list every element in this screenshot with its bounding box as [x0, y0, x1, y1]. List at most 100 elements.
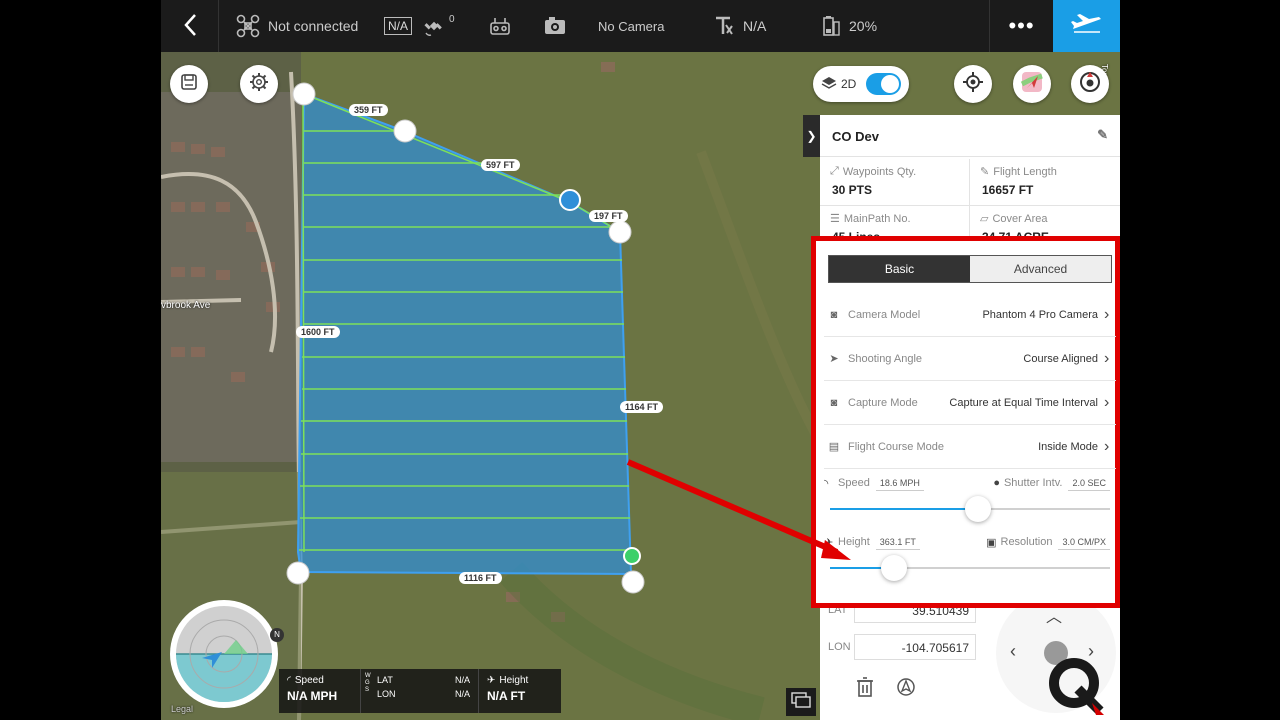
back-button[interactable] — [161, 0, 219, 52]
telemetry-height-label: Height — [499, 675, 529, 686]
save-icon — [179, 72, 199, 97]
fly-button[interactable] — [1053, 0, 1120, 52]
gps-status: 0 — [423, 0, 459, 52]
speed-slider[interactable] — [830, 496, 1110, 522]
delete-waypoint-button[interactable] — [856, 677, 874, 702]
camera-icon: ◙ — [830, 396, 838, 409]
row-label: Camera Model — [848, 308, 921, 321]
height-value: 363.1 FT — [875, 535, 920, 550]
edge-label: 197 FT — [589, 210, 628, 222]
direction-arrow-icon: ➤ — [829, 353, 839, 365]
lon-field[interactable]: -104.705617 — [854, 634, 976, 660]
stat-label: Flight Length — [993, 165, 1057, 178]
map-mode-toggle[interactable]: 2D — [813, 66, 909, 102]
telemetry-speed-label: Speed — [294, 675, 324, 686]
plane-up-icon: ✈ — [824, 536, 834, 549]
resolution-label: Resolution — [1000, 536, 1053, 548]
app-window: 359 FT 597 FT 197 FT 1600 FT 1164 FT 111… — [161, 0, 1120, 720]
map-pointer-icon — [1020, 70, 1044, 99]
radar-widget: N — [168, 598, 284, 710]
chevron-right-icon: › — [1104, 349, 1110, 367]
shutter-label: Shutter Intv. — [1003, 477, 1063, 489]
resolution-value: 3.0 CM/PX — [1058, 535, 1110, 550]
height-resolution-row: ✈ Height 363.1 FT ▣ Resolution 3.0 CM/PX — [824, 532, 1116, 552]
image-icon: ▣ — [986, 536, 997, 549]
chevron-right-icon: › — [1104, 305, 1110, 323]
camera-icon — [544, 16, 566, 36]
row-value: Capture at Equal Time Interval — [949, 396, 1098, 409]
settings-button[interactable] — [240, 65, 278, 103]
speed-slider-knob[interactable] — [965, 496, 991, 522]
layers-icon — [821, 76, 837, 93]
row-label: Capture Mode — [848, 396, 918, 409]
map-location-button[interactable] — [1013, 65, 1051, 103]
area-icon: ▱ — [980, 213, 989, 225]
edge-label: 1600 FT — [296, 326, 340, 338]
crosshair-icon — [962, 71, 984, 98]
rtk-badge: N/A — [384, 17, 413, 35]
camera-status: No Camera — [544, 0, 664, 52]
satellite-count: 0 — [449, 13, 455, 25]
remote-controller-status — [489, 0, 511, 52]
top-bar: Not connected N/A 0 No Camera N/A 20% ••… — [161, 0, 1120, 52]
stat-label: Waypoints Qty. — [842, 165, 917, 178]
course-icon: ▤ — [828, 441, 840, 453]
stat-label: Cover Area — [992, 212, 1048, 225]
tab-basic[interactable]: Basic — [829, 256, 970, 282]
battery-status: 20% — [821, 0, 877, 52]
camera-label: No Camera — [598, 18, 665, 34]
edge-label: 597 FT — [481, 159, 520, 171]
chevron-left-icon — [183, 13, 197, 40]
more-icon: ••• — [1008, 13, 1035, 38]
stat-label: MainPath No. — [843, 212, 911, 225]
row-value: Inside Mode — [1038, 440, 1098, 453]
mission-name: CO Dev — [832, 129, 879, 144]
speed-shutter-row: ◝ Speed 18.6 MPH ● Shutter Intv. 2.0 SEC — [824, 473, 1116, 493]
edit-name-icon[interactable]: ✎ — [1097, 127, 1108, 143]
telemetry-lat-label: LAT — [377, 675, 393, 685]
map-mode-label: 2D — [841, 77, 857, 91]
row-label: Shooting Angle — [848, 352, 923, 365]
camera-model-row[interactable]: ◙ Camera Model Phantom 4 Pro Camera › — [824, 293, 1116, 337]
clock-icon: ● — [993, 477, 1000, 489]
chevron-right-icon: ❯ — [806, 129, 817, 143]
lon-label: LON — [828, 641, 851, 653]
battery-label: 20% — [849, 18, 878, 34]
speed-slider-fill — [830, 508, 978, 510]
pip-toggle-button[interactable] — [786, 688, 816, 716]
lines-icon: ☰ — [830, 213, 840, 225]
compass-north-label: N — [270, 628, 284, 642]
locate-aircraft-button[interactable] — [954, 65, 992, 103]
stat-waypoints: ⤢ Waypoints Qty. 30 PTS — [820, 159, 970, 205]
flight-course-mode-row[interactable]: ▤ Flight Course Mode Inside Mode › — [824, 425, 1116, 469]
height-label: Height — [838, 536, 870, 548]
panel-collapse-button[interactable]: ❯ — [803, 115, 820, 157]
height-slider[interactable] — [830, 555, 1110, 581]
ruler-icon: ✎ — [980, 166, 990, 178]
save-button[interactable] — [170, 65, 208, 103]
capture-mode-row[interactable]: ◙ Capture Mode Capture at Equal Time Int… — [824, 381, 1116, 425]
mission-title-bar: CO Dev ✎ — [820, 115, 1120, 157]
more-menu-button[interactable]: ••• — [989, 0, 1053, 52]
wgs-label: W G S — [365, 673, 371, 693]
signal-status: N/A — [713, 0, 766, 52]
telemetry-position: W G S LAT N/A LON N/A — [361, 669, 479, 713]
window-icon — [791, 691, 811, 713]
watermark-logo — [1048, 655, 1104, 720]
speed-icon: ◝ — [824, 477, 829, 490]
navigation-icon — [896, 678, 916, 701]
stat-value: 16657 FT — [982, 183, 1034, 197]
row-label: Flight Course Mode — [848, 440, 944, 453]
navigate-button[interactable] — [896, 677, 916, 702]
remote-controller-icon — [489, 15, 511, 37]
map-mode-switch[interactable] — [866, 73, 901, 95]
tab-advanced[interactable]: Advanced — [970, 256, 1111, 282]
speed-value: 18.6 MPH — [875, 476, 924, 491]
shooting-angle-row[interactable]: ➤ Shooting Angle Course Aligned › — [824, 337, 1116, 381]
street-label: vbrook Ave — [161, 300, 211, 311]
row-value: Course Aligned — [1023, 352, 1098, 365]
compass-lock-button[interactable] — [1071, 65, 1109, 103]
chevron-right-icon: › — [1104, 393, 1110, 411]
chevron-left-icon[interactable]: ‹ — [1010, 641, 1016, 662]
height-slider-knob[interactable] — [881, 555, 907, 581]
